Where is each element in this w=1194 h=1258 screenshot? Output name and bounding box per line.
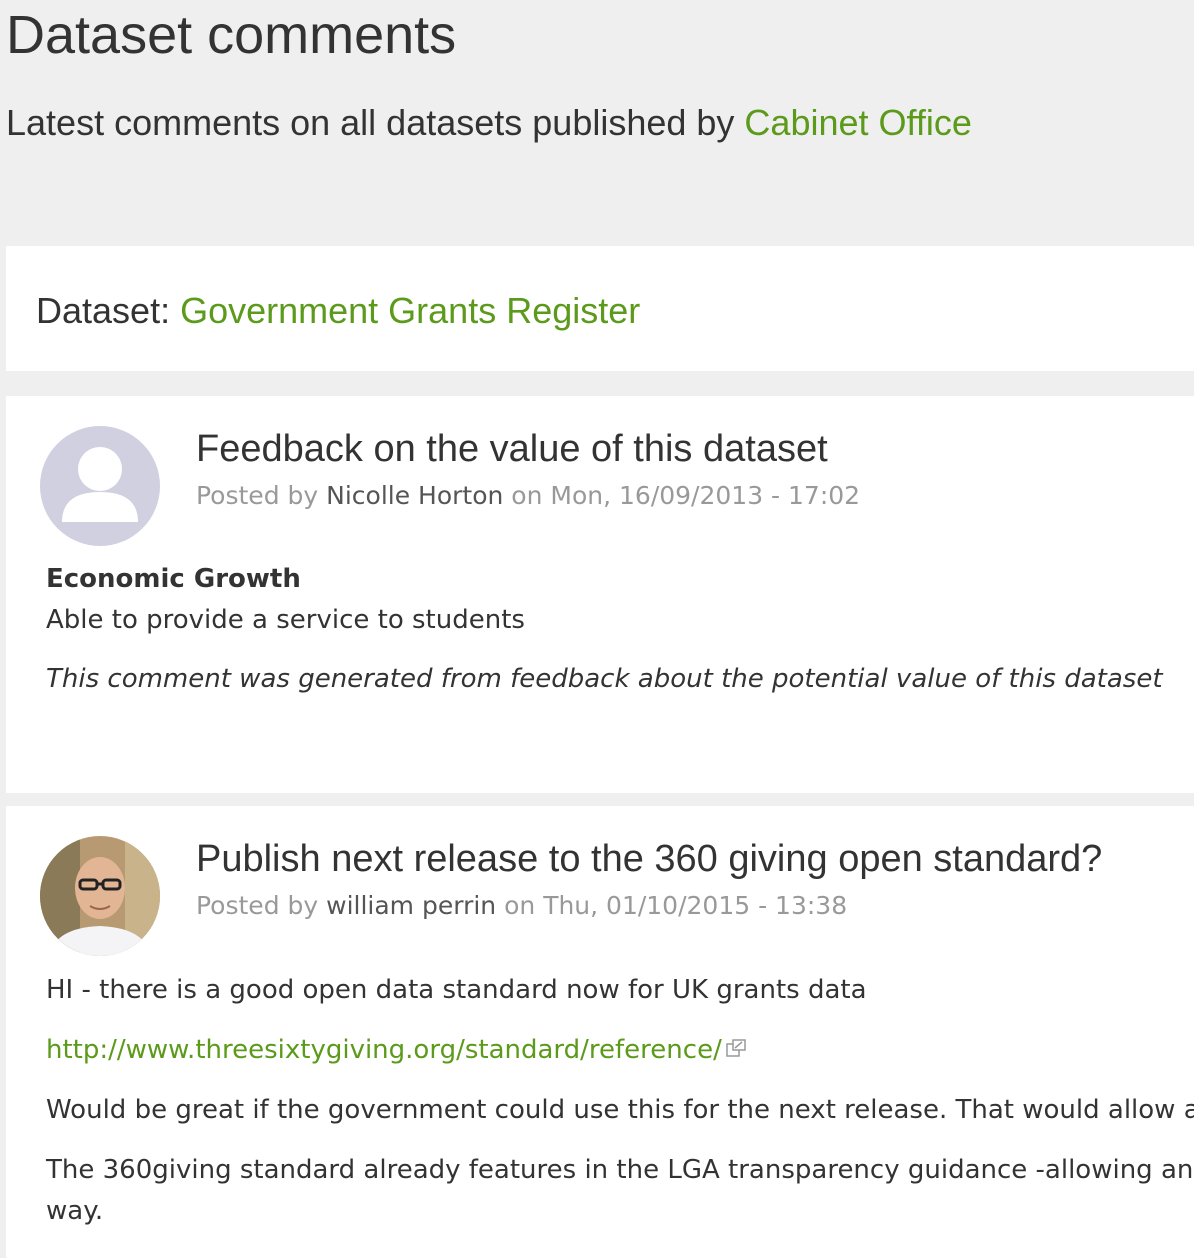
posted-by-label: Posted by [196,891,327,920]
dataset-panel: Dataset: Government Grants Register [6,246,1194,371]
comment-card: Publish next release to the 360 giving o… [6,806,1194,1258]
comment-note: This comment was generated from feedback… [46,664,1163,694]
subtitle-text: Latest comments on all datasets publishe… [6,102,745,143]
page-subtitle: Latest comments on all datasets publishe… [6,100,972,146]
comment-title[interactable]: Publish next release to the 360 giving o… [196,836,1102,882]
comment-meta: Posted by Nicolle Horton on Mon, 16/09/2… [196,480,860,512]
comment-category: Economic Growth [46,564,301,594]
comment-card: Feedback on the value of this dataset Po… [6,396,1194,793]
comment-date: Mon, 16/09/2013 - 17:02 [550,481,861,510]
standard-reference-link[interactable]: http://www.threesixtygiving.org/standard… [46,1035,722,1065]
dataset-label: Dataset: [36,290,181,331]
dataset-link[interactable]: Government Grants Register [180,290,640,331]
comment-paragraph: HI - there is a good open data standard … [46,975,867,1005]
posted-by-label: Posted by [196,481,327,510]
comment-title[interactable]: Feedback on the value of this dataset [196,426,828,472]
on-label: on [503,481,551,510]
default-user-icon [40,426,160,546]
comment-meta: Posted by william perrin on Thu, 01/10/2… [196,890,847,922]
comment-author: william perrin [326,891,497,920]
dataset-heading: Dataset: Government Grants Register [36,288,640,334]
comment-paragraph-continued: way. [46,1196,104,1226]
comment-link-line: http://www.threesixtygiving.org/standard… [46,1033,746,1067]
comment-author: Nicolle Horton [326,481,504,510]
page-title: Dataset comments [6,5,457,65]
publisher-link[interactable]: Cabinet Office [744,102,971,143]
comment-paragraph: Would be great if the government could u… [46,1095,1194,1125]
comment-paragraph: The 360giving standard already features … [46,1155,1194,1185]
user-photo-avatar [40,836,160,956]
comment-text: Able to provide a service to students [46,605,525,635]
comment-date: Thu, 01/10/2015 - 13:38 [543,891,848,920]
external-link-icon [726,1032,746,1066]
on-label: on [496,891,544,920]
